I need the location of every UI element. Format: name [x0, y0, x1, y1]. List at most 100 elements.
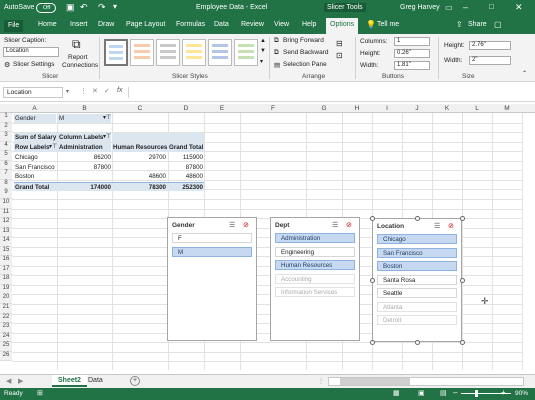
- bring-forward-button[interactable]: Bring Forward: [283, 37, 324, 44]
- pivot-grand-value[interactable]: 252300: [168, 181, 204, 191]
- slicer-item-button[interactable]: Chicago: [377, 234, 457, 244]
- add-sheet-button[interactable]: +: [130, 376, 140, 386]
- zoom-slider-thumb[interactable]: [475, 390, 478, 397]
- selection-pane-button[interactable]: Selection Pane: [283, 61, 327, 68]
- pivot-row-label[interactable]: San Francisco: [14, 163, 57, 172]
- row-header[interactable]: 13: [0, 227, 12, 238]
- gallery-more-icon[interactable]: ▾: [260, 58, 263, 65]
- share-button[interactable]: Share: [468, 21, 487, 28]
- button-height-spinner[interactable]: 0.26": [394, 49, 430, 58]
- row-header[interactable]: 22: [0, 313, 12, 324]
- row-header[interactable]: 21: [0, 304, 12, 314]
- scrollbar-thumb[interactable]: [340, 378, 410, 385]
- resize-handle[interactable]: [369, 277, 375, 283]
- resize-handle[interactable]: [414, 339, 420, 345]
- insert-function-icon[interactable]: fx: [117, 87, 122, 94]
- column-header[interactable]: L: [462, 105, 492, 112]
- autosave-toggle[interactable]: Off: [36, 3, 56, 13]
- slicer-item-button[interactable]: Administration: [275, 233, 355, 243]
- slicer-item-button[interactable]: F: [172, 233, 252, 243]
- user-name[interactable]: Greg Harvey: [400, 4, 440, 11]
- clear-filter-icon[interactable]: ⊘: [243, 221, 249, 229]
- slicer-item-button[interactable]: M: [172, 246, 252, 257]
- tell-me-search[interactable]: Tell me: [377, 21, 399, 28]
- row-header[interactable]: 5: [0, 151, 12, 161]
- row-header[interactable]: 14: [0, 237, 12, 247]
- row-header[interactable]: 19: [0, 284, 12, 295]
- slicer-item-button[interactable]: Engineering: [275, 246, 355, 257]
- pivot-value[interactable]: 87800: [168, 163, 203, 172]
- column-header[interactable]: C: [112, 105, 168, 112]
- row-header[interactable]: 17: [0, 265, 12, 276]
- slicer-style-tile[interactable]: [156, 39, 180, 66]
- align-icon[interactable]: ⊟: [336, 39, 343, 48]
- filter-applied-icon[interactable]: ▾⊤: [103, 114, 111, 123]
- pivot-filter-label[interactable]: Gender: [14, 114, 56, 123]
- slicer-style-tile[interactable]: [104, 39, 128, 66]
- formula-input[interactable]: [128, 87, 526, 98]
- clear-filter-icon[interactable]: ⊘: [448, 222, 454, 230]
- row-header[interactable]: 23: [0, 323, 12, 333]
- namebox-dropdown-icon[interactable]: ▾: [66, 88, 69, 95]
- pivot-value[interactable]: 48600: [112, 172, 166, 181]
- send-backward-button[interactable]: Send Backward: [283, 49, 329, 56]
- slicer-item-button[interactable]: Information Services: [275, 287, 355, 297]
- slicer-style-tile[interactable]: [182, 39, 206, 66]
- pivot-value[interactable]: [58, 172, 111, 181]
- tab-insert[interactable]: Insert: [70, 21, 88, 28]
- row-header[interactable]: 8: [0, 179, 12, 190]
- slicer-item-button[interactable]: Boston: [377, 261, 457, 271]
- row-header[interactable]: 16: [0, 256, 12, 266]
- pivot-value[interactable]: 48600: [168, 172, 203, 181]
- minimize-icon[interactable]: –: [463, 2, 468, 12]
- resize-handle[interactable]: [414, 215, 420, 221]
- cancel-icon[interactable]: ✕: [92, 87, 98, 95]
- columns-spinner[interactable]: 1: [394, 37, 430, 46]
- row-header[interactable]: 3: [0, 132, 12, 142]
- multi-select-icon[interactable]: ☰: [434, 222, 440, 230]
- column-header[interactable]: M: [492, 105, 522, 112]
- group-icon[interactable]: ⊡: [336, 51, 343, 60]
- tab-home[interactable]: Home: [38, 21, 57, 28]
- slicer-style-tile[interactable]: [234, 39, 258, 66]
- redo-icon[interactable]: ↷: [98, 2, 106, 13]
- tab-draw[interactable]: Draw: [98, 21, 114, 28]
- column-header[interactable]: I: [372, 105, 402, 112]
- resize-handle[interactable]: [459, 277, 465, 283]
- pivot-row-label[interactable]: Chicago: [14, 153, 57, 162]
- slicer-item-button[interactable]: Detroit: [377, 315, 457, 325]
- collapse-ribbon-icon[interactable]: ⌃: [522, 70, 527, 77]
- row-header[interactable]: 1: [0, 113, 12, 123]
- dept-slicer[interactable]: Dept ☰ ⊘ Administration Engineering Human …: [270, 217, 360, 341]
- multi-select-icon[interactable]: ☰: [229, 221, 235, 229]
- report-connections-button-line2[interactable]: Connections: [62, 62, 98, 69]
- name-box[interactable]: Location: [3, 87, 63, 98]
- pivot-grand-value[interactable]: 174000: [57, 181, 112, 191]
- slicer-style-tile[interactable]: [208, 39, 232, 66]
- gallery-scroll-up-icon[interactable]: ▲: [260, 38, 266, 44]
- close-icon[interactable]: ✕: [515, 2, 523, 13]
- slicer-settings-button[interactable]: Slicer Settings: [13, 61, 55, 68]
- row-header[interactable]: 10: [0, 198, 12, 209]
- normal-view-icon[interactable]: ▦: [393, 389, 400, 397]
- pivot-value[interactable]: [112, 163, 166, 172]
- slicer-item-button[interactable]: Accounting: [275, 273, 355, 284]
- gallery-scroll-down-icon[interactable]: ▼: [260, 48, 266, 54]
- scroll-left-icon[interactable]: ◀: [6, 377, 11, 385]
- row-header[interactable]: 15: [0, 246, 12, 257]
- tab-data[interactable]: Data: [214, 21, 229, 28]
- column-header[interactable]: D: [168, 105, 204, 112]
- column-header[interactable]: F: [240, 105, 306, 112]
- customize-toolbar-icon[interactable]: ▾: [113, 2, 117, 11]
- save-icon[interactable]: ▣: [66, 2, 75, 13]
- column-header[interactable]: E: [204, 105, 240, 112]
- tab-page-layout[interactable]: Page Layout: [126, 21, 165, 28]
- pivot-value[interactable]: 87800: [58, 163, 111, 172]
- row-header[interactable]: 4: [0, 141, 12, 152]
- enter-icon[interactable]: ✓: [104, 87, 110, 95]
- resize-handle[interactable]: [459, 339, 465, 345]
- ribbon-display-icon[interactable]: ▭: [445, 3, 453, 12]
- zoom-in-icon[interactable]: +: [501, 388, 506, 397]
- size-height-spinner[interactable]: 2.76": [469, 41, 511, 50]
- report-connections-button[interactable]: Report: [68, 54, 88, 61]
